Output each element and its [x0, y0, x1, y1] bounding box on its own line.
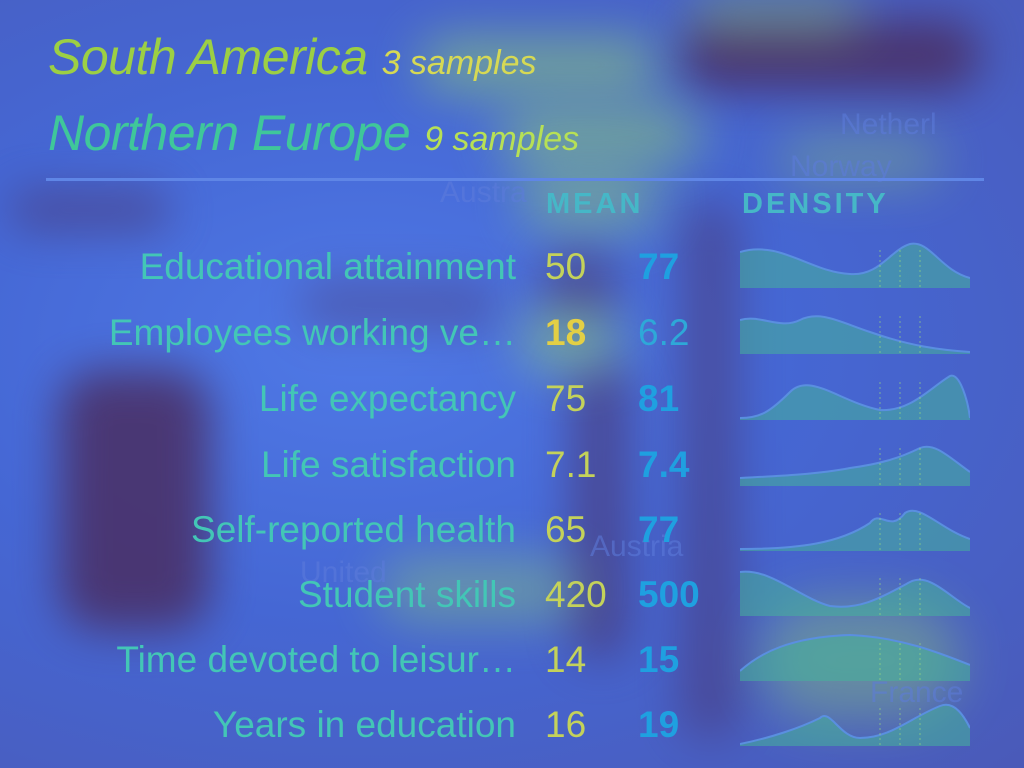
- column-header-mean: MEAN: [546, 188, 644, 220]
- table-row[interactable]: Time devoted to leisur… 14 15: [0, 633, 1024, 697]
- density-sparkline: [740, 445, 970, 486]
- indicator-label: Time devoted to leisur…: [116, 639, 516, 680]
- indicator-label: Educational attainment: [139, 246, 516, 287]
- comparison-header-1: South America 3 samples: [48, 28, 537, 86]
- mean-value-region-1: 65: [545, 509, 587, 550]
- density-sparkline: [740, 315, 970, 354]
- indicator-label: Employees working ve…: [108, 312, 516, 353]
- indicator-label: Life expectancy: [258, 378, 516, 419]
- table-row[interactable]: Life satisfaction 7.1 7.4: [0, 438, 1024, 502]
- mean-value-region-2: 19: [638, 704, 680, 745]
- column-header-density: DENSITY: [742, 188, 889, 220]
- mean-value-region-1: 16: [545, 704, 587, 745]
- indicator-label: Years in education: [212, 704, 516, 745]
- table-row[interactable]: Life expectancy 75 81: [0, 372, 1024, 436]
- mean-value-region-1: 75: [545, 378, 587, 419]
- sample-count: 3 samples: [381, 44, 537, 82]
- mean-value-region-1: 50: [545, 246, 587, 287]
- mean-value-region-2: 81: [638, 378, 680, 419]
- indicator-label: Student skills: [298, 574, 516, 615]
- mean-value-region-2: 77: [638, 509, 680, 550]
- region-name: Northern Europe: [48, 105, 411, 161]
- indicator-label: Life satisfaction: [260, 444, 516, 485]
- mean-value-region-2: 15: [638, 639, 680, 680]
- table-row[interactable]: Years in education 16 19: [0, 698, 1024, 762]
- table-row[interactable]: Student skills 420 500: [0, 568, 1024, 632]
- density-sparkline: [740, 374, 970, 420]
- density-area: [740, 375, 970, 420]
- background-label: Austra: [440, 176, 527, 209]
- table-row[interactable]: Employees working ve… 18 6.2: [0, 306, 1024, 370]
- density-sparkline: [740, 703, 970, 746]
- mean-value-region-2: 7.4: [638, 444, 690, 485]
- table-row[interactable]: Educational attainment 50 77: [0, 240, 1024, 304]
- mean-value-region-2: 77: [638, 246, 680, 287]
- header-divider: [46, 178, 984, 181]
- mean-value-region-1: 7.1: [545, 444, 597, 485]
- indicator-label: Self-reported health: [191, 509, 516, 550]
- sample-count: 9 samples: [424, 120, 580, 158]
- comparison-header-2: Northern Europe 9 samples: [48, 104, 579, 162]
- background-label: Netherl: [840, 108, 937, 141]
- mean-value-region-1: 18: [545, 312, 587, 353]
- mean-value-region-2: 6.2: [638, 312, 690, 353]
- density-sparkline: [740, 242, 970, 288]
- mean-value-region-2: 500: [638, 574, 700, 615]
- density-area: [740, 704, 970, 746]
- density-area: [740, 635, 970, 681]
- density-sparkline: [740, 570, 970, 616]
- mean-value-region-1: 420: [545, 574, 607, 615]
- region-name: South America: [48, 29, 368, 85]
- table-row[interactable]: Self-reported health 65 77: [0, 503, 1024, 567]
- mean-value-region-1: 14: [545, 639, 587, 680]
- density-sparkline: [740, 509, 970, 551]
- density-sparkline: [740, 633, 970, 681]
